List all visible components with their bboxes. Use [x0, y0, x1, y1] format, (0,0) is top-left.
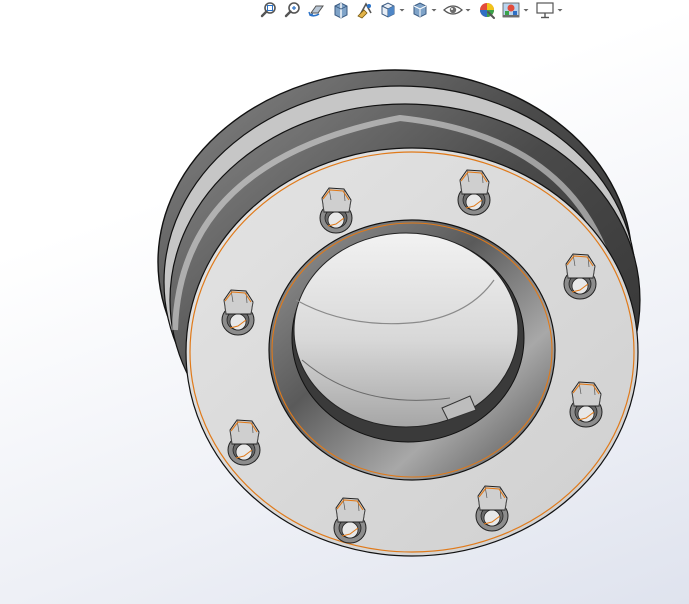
flange-assembly-model[interactable]	[0, 0, 689, 604]
pipe-bore	[293, 232, 519, 428]
graphics-area[interactable]	[0, 0, 689, 604]
